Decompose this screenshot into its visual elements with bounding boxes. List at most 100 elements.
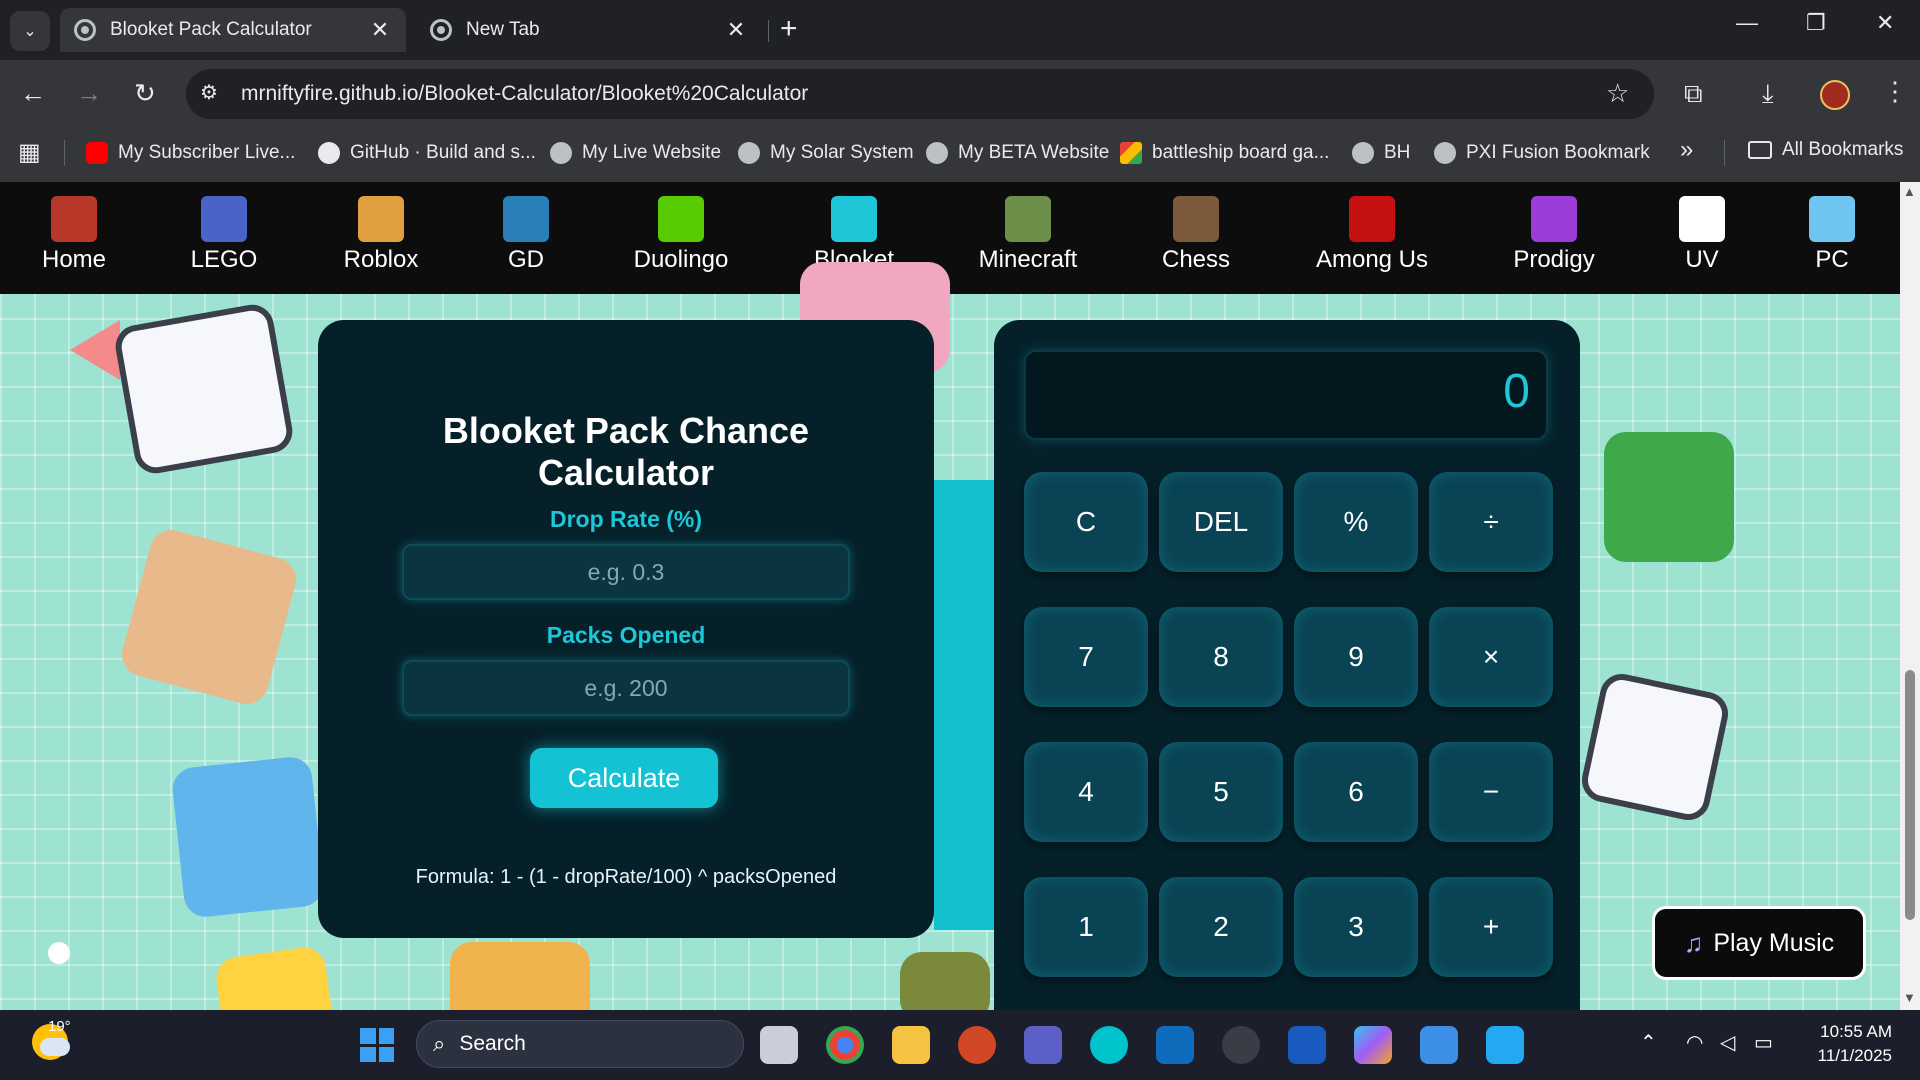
minimize-icon[interactable]: — xyxy=(1736,10,1758,36)
nav-chess[interactable]: Chess xyxy=(1126,196,1266,274)
battery-icon[interactable]: ▭ xyxy=(1754,1030,1773,1055)
vscode-icon[interactable] xyxy=(1486,1026,1524,1064)
profile-avatar[interactable] xyxy=(1820,80,1850,110)
tab-new-tab[interactable]: New Tab ✕ xyxy=(416,8,762,52)
volume-icon[interactable]: ◁ xyxy=(1720,1030,1735,1055)
bookmark-subscriber-live[interactable]: My Subscriber Live... xyxy=(86,139,295,167)
key-delete[interactable]: DEL xyxy=(1159,472,1283,572)
globe-icon xyxy=(74,19,96,41)
wifi-icon[interactable]: ◠ xyxy=(1686,1030,1703,1055)
nav-gd[interactable]: GD xyxy=(456,196,596,274)
nav-prodigy[interactable]: Prodigy xyxy=(1484,196,1624,274)
start-button[interactable] xyxy=(360,1028,394,1062)
key-2[interactable]: 2 xyxy=(1159,877,1283,977)
nav-roblox[interactable]: Roblox xyxy=(311,196,451,274)
teams-icon[interactable] xyxy=(1024,1026,1062,1064)
key-subtract[interactable]: − xyxy=(1429,742,1553,842)
nav-label: Roblox xyxy=(343,246,419,273)
bookmark-label: GitHub · Build and s... xyxy=(350,142,536,163)
key-divide[interactable]: ÷ xyxy=(1429,472,1553,572)
bookmark-bh[interactable]: BH xyxy=(1352,139,1410,167)
goldfish-blook-image xyxy=(170,755,326,919)
reload-icon[interactable]: ↻ xyxy=(134,78,156,109)
key-3[interactable]: 3 xyxy=(1294,877,1418,977)
obs-icon[interactable] xyxy=(1222,1026,1260,1064)
scrollbar-thumb[interactable] xyxy=(1905,670,1915,920)
nav-home[interactable]: Home xyxy=(4,196,144,274)
key-6[interactable]: 6 xyxy=(1294,742,1418,842)
roblox-thumbnail xyxy=(358,196,404,242)
photos-icon[interactable] xyxy=(1420,1026,1458,1064)
nav-lego[interactable]: LEGO xyxy=(154,196,294,274)
close-window-icon[interactable]: ✕ xyxy=(1876,10,1894,36)
tab-blooket-calculator[interactable]: Blooket Pack Calculator ✕ xyxy=(60,8,406,52)
chrome-taskbar-icon[interactable] xyxy=(826,1026,864,1064)
yellow-blook-image xyxy=(213,944,337,1010)
bookmark-battleship[interactable]: battleship board ga... xyxy=(1120,139,1329,167)
copilot-icon[interactable] xyxy=(1354,1026,1392,1064)
file-explorer-icon[interactable] xyxy=(892,1026,930,1064)
bookmark-pxi-fusion[interactable]: PXI Fusion Bookmark xyxy=(1434,139,1650,167)
clock-time: 10:55 AM xyxy=(1820,1022,1892,1041)
outlook-icon[interactable] xyxy=(1156,1026,1194,1064)
nav-label: Duolingo xyxy=(633,246,729,273)
extensions-icon[interactable]: ⧉ xyxy=(1684,78,1703,110)
bookmark-solar-system[interactable]: My Solar System xyxy=(738,139,914,167)
chess-thumbnail xyxy=(1173,196,1219,242)
taskbar-search[interactable]: ⌕ Search xyxy=(416,1020,744,1068)
key-clear[interactable]: C xyxy=(1024,472,1148,572)
powerpoint-icon[interactable] xyxy=(958,1026,996,1064)
menu-icon[interactable]: ⋮ xyxy=(1882,76,1908,107)
bookmark-live-website[interactable]: My Live Website xyxy=(550,139,721,167)
scroll-up-icon[interactable]: ▲ xyxy=(1903,184,1916,199)
tab-search-button[interactable]: ⌄ xyxy=(10,11,50,51)
bookmarks-overflow-button[interactable]: » xyxy=(1680,136,1693,164)
nav-label: PC xyxy=(1815,246,1849,273)
key-4[interactable]: 4 xyxy=(1024,742,1148,842)
taskbar-clock[interactable]: 10:55 AM 11/1/2025 xyxy=(1800,1020,1892,1068)
nav-minecraft[interactable]: Minecraft xyxy=(958,196,1098,274)
page-title: Blooket Pack Chance Calculator xyxy=(318,410,934,494)
tab-separator xyxy=(768,20,769,42)
url-text[interactable]: mrniftyfire.github.io/Blooket-Calculator… xyxy=(241,82,808,106)
forward-icon[interactable]: → xyxy=(76,78,102,109)
packs-opened-input[interactable]: e.g. 200 xyxy=(402,660,850,716)
key-7[interactable]: 7 xyxy=(1024,607,1148,707)
key-add[interactable]: + xyxy=(1429,877,1553,977)
task-view-icon[interactable] xyxy=(760,1026,798,1064)
nav-uv[interactable]: UV xyxy=(1632,196,1772,274)
bookmark-github[interactable]: GitHub · Build and s... xyxy=(318,139,536,167)
back-icon[interactable]: ← xyxy=(20,78,46,109)
download-icon[interactable]: ⤓ xyxy=(1762,78,1774,110)
key-percent[interactable]: % xyxy=(1294,472,1418,572)
drop-rate-input[interactable]: e.g. 0.3 xyxy=(402,544,850,600)
canva-icon[interactable] xyxy=(1090,1026,1128,1064)
key-multiply[interactable]: × xyxy=(1429,607,1553,707)
browser-tab-strip: ⌄ Blooket Pack Calculator ✕ New Tab ✕ + … xyxy=(0,0,1920,60)
scroll-down-icon[interactable]: ▼ xyxy=(1903,990,1916,1005)
key-9[interactable]: 9 xyxy=(1294,607,1418,707)
calculator-display: 0 xyxy=(1024,350,1548,440)
nav-pc[interactable]: PC xyxy=(1762,196,1900,274)
key-1[interactable]: 1 xyxy=(1024,877,1148,977)
bookmark-beta-website[interactable]: My BETA Website xyxy=(926,139,1109,167)
close-tab-icon[interactable]: ✕ xyxy=(724,17,748,43)
play-music-button[interactable]: ♫ Play Music xyxy=(1652,906,1866,980)
bookmark-star-icon[interactable]: ☆ xyxy=(1606,78,1629,109)
tray-chevron-icon[interactable]: ⌃ xyxy=(1640,1030,1657,1055)
site-info-icon[interactable]: ⚙ xyxy=(200,80,218,105)
apps-grid-icon[interactable]: ▦ xyxy=(18,138,41,167)
key-5[interactable]: 5 xyxy=(1159,742,1283,842)
key-8[interactable]: 8 xyxy=(1159,607,1283,707)
bookmark-label: My Solar System xyxy=(770,142,914,163)
word-icon[interactable] xyxy=(1288,1026,1326,1064)
close-tab-icon[interactable]: ✕ xyxy=(368,17,392,43)
snake-blook-image xyxy=(900,952,990,1010)
restore-icon[interactable]: ❐ xyxy=(1806,10,1826,36)
display-value: 0 xyxy=(1503,365,1530,418)
calculate-button[interactable]: Calculate xyxy=(530,748,718,808)
new-tab-button[interactable]: + xyxy=(780,12,798,46)
all-bookmarks-button[interactable]: All Bookmarks xyxy=(1748,139,1903,161)
nav-among-us[interactable]: Among Us xyxy=(1302,196,1442,274)
nav-duolingo[interactable]: Duolingo xyxy=(611,196,751,274)
